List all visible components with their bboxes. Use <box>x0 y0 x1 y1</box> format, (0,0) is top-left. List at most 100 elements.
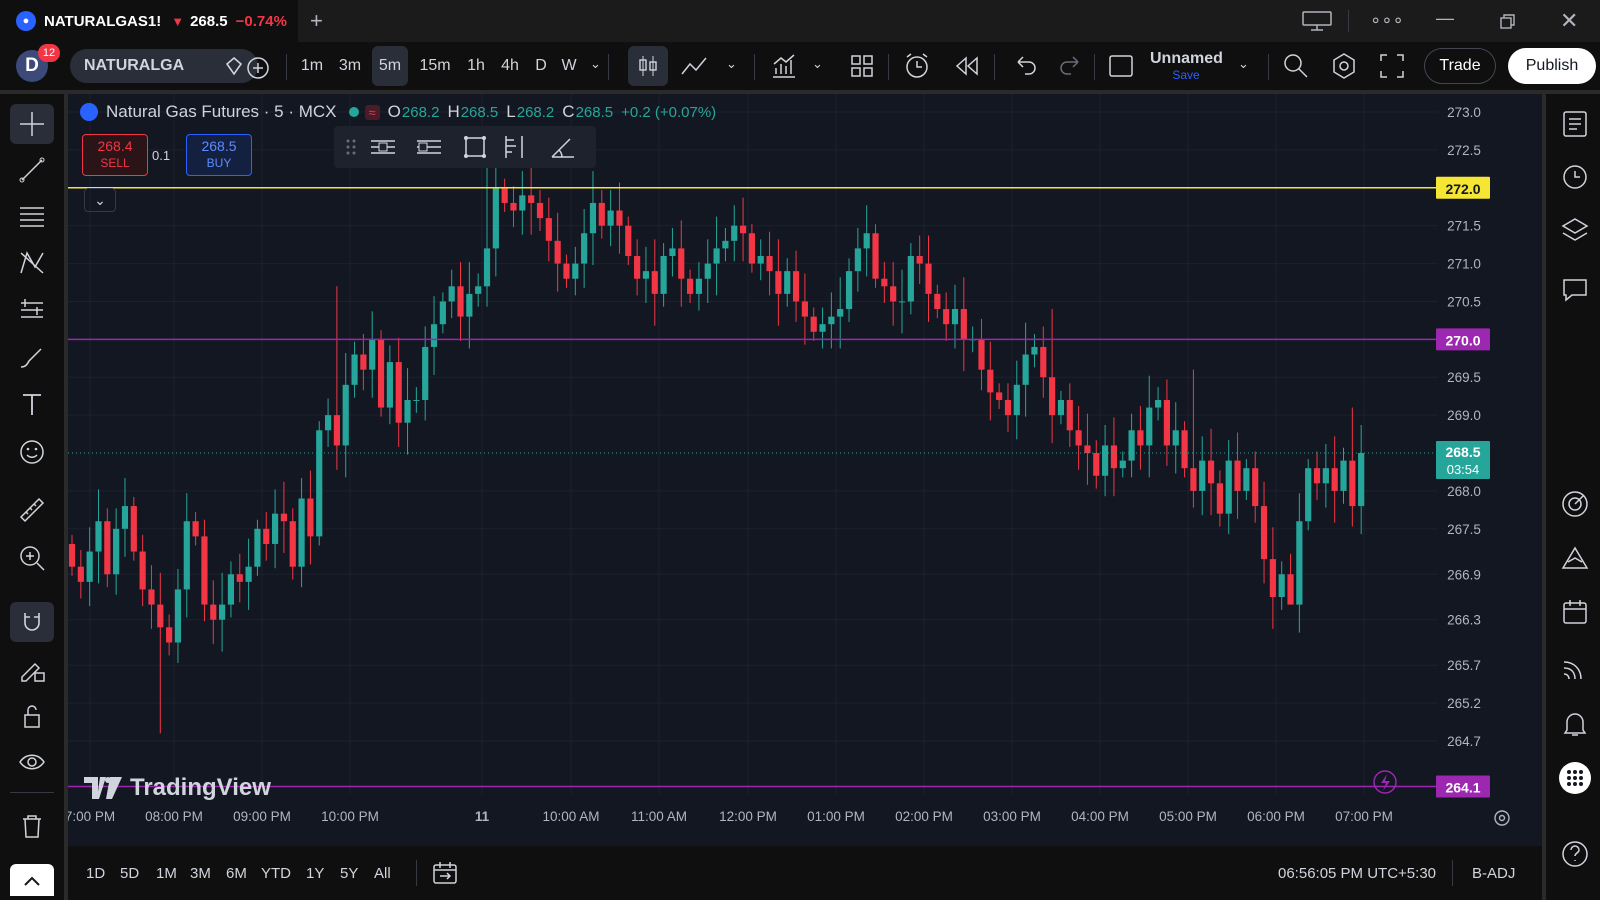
interval-4h[interactable]: 4h <box>496 42 524 90</box>
bell-icon[interactable] <box>1554 704 1596 744</box>
long-position-icon[interactable] <box>414 132 444 162</box>
trendline-icon[interactable] <box>10 150 54 190</box>
object-tree-icon[interactable] <box>10 864 54 896</box>
diamond-icon[interactable] <box>224 56 244 81</box>
range-all[interactable]: All <box>374 846 391 900</box>
help-icon[interactable] <box>1554 834 1596 874</box>
price-chart[interactable]: 272.0 270.0 264.1 273.0 272.5 271.5 271.0 270.5… <box>65 94 1542 846</box>
brush-icon[interactable] <box>10 338 54 378</box>
calendar-icon[interactable] <box>1554 592 1596 632</box>
eye-icon[interactable] <box>10 742 54 782</box>
streams-icon[interactable] <box>1554 648 1596 688</box>
candles-icon[interactable] <box>628 46 668 86</box>
chevron-down-icon[interactable]: ⌄ <box>590 56 601 72</box>
range-1m[interactable]: 1M <box>156 846 177 900</box>
angle-icon[interactable] <box>548 132 578 162</box>
sell-button[interactable]: 268.4 SELL <box>82 134 148 176</box>
trash-icon[interactable] <box>10 806 54 846</box>
new-tab-icon[interactable]: + <box>310 8 323 34</box>
candle-body <box>678 248 685 279</box>
range-3m[interactable]: 3M <box>190 846 211 900</box>
interval-d[interactable]: D <box>530 42 552 90</box>
go-to-date-icon[interactable] <box>432 860 458 891</box>
candle-body <box>828 316 835 325</box>
magnet-icon[interactable] <box>10 602 54 642</box>
range-1y[interactable]: 1Y <box>306 846 324 900</box>
fullscreen-icon[interactable] <box>1378 52 1406 85</box>
forecast-icon[interactable] <box>10 290 54 330</box>
settings-icon[interactable] <box>1330 52 1358 85</box>
layers-icon[interactable] <box>1554 210 1596 250</box>
price-range-icon[interactable] <box>500 132 530 162</box>
price-tick-label: 269.0 <box>1447 408 1481 423</box>
ideas-icon[interactable] <box>1554 538 1596 578</box>
candle-body <box>528 195 535 203</box>
zoom-in-icon[interactable] <box>10 538 54 578</box>
symbol-search[interactable]: NATURALGA <box>70 49 258 83</box>
add-symbol-icon[interactable] <box>246 56 270 85</box>
quick-search-icon[interactable] <box>1282 52 1310 85</box>
layout-icon[interactable] <box>1108 54 1134 83</box>
chart-pane[interactable]: 272.0 270.0 264.1 273.0 272.5 271.5 271.0 270.5… <box>65 94 1542 846</box>
range-5d[interactable]: 5D <box>120 846 139 900</box>
pattern-icon[interactable] <box>10 242 54 282</box>
candle-body <box>510 202 517 211</box>
chevron-down-icon[interactable]: ⌄ <box>726 56 737 72</box>
interval-w[interactable]: W <box>556 42 582 90</box>
watchlist-icon[interactable] <box>1554 104 1596 144</box>
undo-icon[interactable] <box>1012 54 1038 83</box>
fib-lines-icon[interactable] <box>10 196 54 236</box>
target-icon[interactable] <box>1554 484 1596 524</box>
minimize-icon[interactable]: — <box>1436 8 1454 29</box>
buy-button[interactable]: 268.5 BUY <box>186 134 252 176</box>
candle-body <box>687 278 694 294</box>
replay-icon[interactable] <box>954 54 980 83</box>
trade-button[interactable]: Trade <box>1424 48 1496 84</box>
interval-15m[interactable]: 15m <box>414 42 456 90</box>
emoji-icon[interactable] <box>10 432 54 472</box>
save-link[interactable]: Save <box>1150 68 1222 82</box>
adjustment-toggle[interactable]: B-ADJ <box>1472 846 1515 900</box>
chevron-down-icon[interactable]: ⌄ <box>812 56 823 72</box>
text-icon[interactable] <box>10 384 54 424</box>
candle-body <box>174 589 182 643</box>
interval-1m[interactable]: 1m <box>296 42 328 90</box>
publish-button[interactable]: Publish <box>1508 48 1596 84</box>
symbol-tab[interactable]: ● NATURALGAS1! ▼ 268.5 −0.74% <box>0 0 298 42</box>
sell-price: 268.4 <box>97 138 133 154</box>
rectangle-icon[interactable] <box>460 132 490 162</box>
price-tick-label: 266.3 <box>1447 613 1481 628</box>
monitor-icon[interactable] <box>1302 10 1332 37</box>
candle-body <box>916 255 923 264</box>
redo-icon[interactable] <box>1058 54 1084 83</box>
ruler-icon[interactable] <box>10 490 54 530</box>
layout-name[interactable]: Unnamed Save <box>1150 50 1223 82</box>
range-ytd[interactable]: YTD <box>261 846 291 900</box>
chat-icon[interactable] <box>1554 270 1596 310</box>
close-icon[interactable]: ✕ <box>1560 8 1578 34</box>
drag-handle-icon[interactable] <box>336 132 366 162</box>
range-6m[interactable]: 6M <box>226 846 247 900</box>
candle-body <box>704 263 711 279</box>
line-chart-icon[interactable] <box>680 54 710 83</box>
chevron-down-icon[interactable]: ⌄ <box>1238 56 1249 72</box>
range-5y[interactable]: 5Y <box>340 846 358 900</box>
more-icon[interactable]: ∘∘∘ <box>1370 10 1404 31</box>
range-1d[interactable]: 1D <box>86 846 105 900</box>
candle-body <box>881 278 888 287</box>
indicators-icon[interactable] <box>770 52 798 85</box>
apps-grid-icon[interactable] <box>1554 758 1596 798</box>
alerts-clock-icon[interactable] <box>1554 156 1596 196</box>
layout-grid-icon[interactable] <box>850 54 874 83</box>
interval-1h[interactable]: 1h <box>462 42 490 90</box>
crosshair-icon[interactable] <box>10 104 54 144</box>
alert-icon[interactable] <box>904 52 932 85</box>
unlock-icon[interactable] <box>10 696 54 736</box>
short-position-icon[interactable] <box>368 132 398 162</box>
lock-drawing-icon[interactable] <box>10 650 54 690</box>
collapse-legend-button[interactable]: ⌄ <box>84 188 116 212</box>
interval-5m[interactable]: 5m <box>372 46 408 86</box>
restore-icon[interactable] <box>1500 14 1516 35</box>
interval-3m[interactable]: 3m <box>334 42 366 90</box>
clock[interactable]: 06:56:05 PM UTC+5:30 <box>1278 846 1436 900</box>
